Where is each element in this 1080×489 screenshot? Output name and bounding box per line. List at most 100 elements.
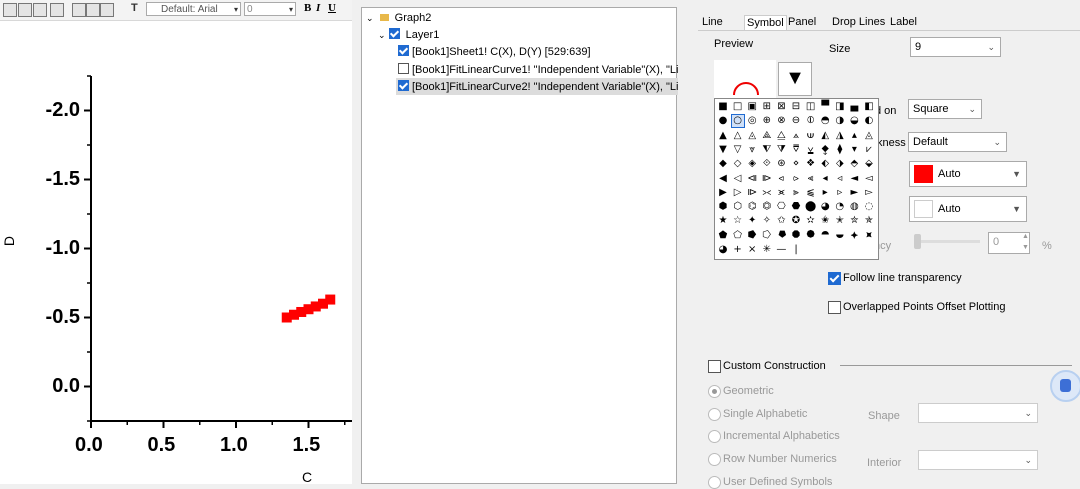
symbol-option[interactable]: ⌬ bbox=[746, 201, 758, 213]
symbol-option[interactable]: ⬠ bbox=[732, 230, 744, 242]
symbol-option[interactable]: ▀ bbox=[819, 101, 831, 113]
plot-checkbox[interactable] bbox=[398, 45, 409, 56]
symbol-option[interactable]: ◭ bbox=[819, 130, 831, 142]
symbol-option[interactable]: × bbox=[746, 244, 758, 256]
symbol-option[interactable]: ⩗ bbox=[863, 144, 875, 156]
symbol-option[interactable]: ⩢ bbox=[790, 144, 802, 156]
symbol-option[interactable]: ⏣ bbox=[761, 201, 773, 213]
bold-button[interactable]: B bbox=[304, 2, 311, 14]
symbol-option[interactable]: ⯋ bbox=[834, 230, 846, 242]
symbol-option[interactable]: ⩣ bbox=[805, 144, 817, 156]
symbol-option[interactable]: ✧ bbox=[761, 215, 773, 227]
symbol-option[interactable]: ◆ bbox=[717, 158, 729, 170]
symbol-option[interactable]: ⫹ bbox=[805, 187, 817, 199]
align-icon[interactable] bbox=[3, 3, 17, 17]
plot-checkbox[interactable] bbox=[398, 80, 409, 91]
symbol-option[interactable]: ✦ bbox=[746, 215, 758, 227]
tree-item[interactable]: [Book1]FitLinearCurve1! "Independent Var… bbox=[398, 63, 691, 76]
symbol-option[interactable]: ⟒ bbox=[805, 130, 817, 142]
symbol-option[interactable]: ⧨ bbox=[761, 144, 773, 156]
symbol-option[interactable]: ▾ bbox=[848, 144, 860, 156]
symbol-option[interactable]: ► bbox=[848, 187, 860, 199]
symbol-option[interactable]: ◮ bbox=[834, 130, 846, 142]
symbol-option[interactable]: ⬙ bbox=[863, 158, 875, 170]
symbol-option[interactable]: ⧫ bbox=[834, 144, 846, 156]
object-tree[interactable]: ⌄ Graph2 ⌄ Layer1 [Book1]Sheet1! C(X), D… bbox=[361, 7, 691, 484]
tree-node-graph[interactable]: ⌄ Graph2 bbox=[366, 12, 431, 24]
symbol-option[interactable]: ▷ bbox=[732, 187, 744, 199]
symbol-option[interactable]: ⧏ bbox=[746, 173, 758, 185]
symbol-option[interactable]: ▽ bbox=[732, 144, 744, 156]
assistant-icon[interactable] bbox=[1050, 370, 1080, 402]
symbol-option[interactable]: ✭ bbox=[834, 215, 846, 227]
slider-handle[interactable] bbox=[914, 234, 921, 249]
symbol-option[interactable]: ◄ bbox=[848, 173, 860, 185]
symbol-option[interactable]: ⟐ bbox=[761, 158, 773, 170]
symbol-option[interactable]: ⫸ bbox=[790, 187, 802, 199]
symbol-option[interactable]: ◐ bbox=[863, 115, 875, 127]
symbol-option[interactable]: ✫ bbox=[805, 215, 817, 227]
symbol-option[interactable]: ◇ bbox=[732, 158, 744, 170]
symbol-option[interactable]: ⟁ bbox=[761, 130, 773, 142]
symbol-option[interactable]: ⟑ bbox=[790, 130, 802, 142]
symbol-option[interactable]: ⬣ bbox=[790, 201, 802, 213]
symbol-option[interactable]: ◓ bbox=[819, 115, 831, 127]
tab-drop-lines[interactable]: Drop Lines bbox=[832, 16, 885, 28]
symbol-option[interactable]: ⊖ bbox=[790, 115, 802, 127]
symbol-option[interactable]: | bbox=[790, 244, 802, 256]
symbol-option[interactable]: ◈ bbox=[746, 158, 758, 170]
tree-node-layer[interactable]: ⌄ Layer1 bbox=[378, 28, 439, 41]
symbol-option[interactable]: ◀ bbox=[717, 173, 729, 185]
symbol-option[interactable]: ⋄ bbox=[790, 158, 802, 170]
symbol-option[interactable]: ❖ bbox=[805, 158, 817, 170]
paint-bucket-icon[interactable] bbox=[50, 3, 64, 17]
symbol-option[interactable]: ⊟ bbox=[790, 101, 802, 113]
shape-combo[interactable]: ⌄ bbox=[918, 403, 1038, 423]
symbol-option[interactable]: ⯂ bbox=[775, 230, 787, 242]
graph-window[interactable]: D C -2.0 -1.5 -1.0 -0.5 0.0 0.0 0.5 1.0 1.5 bbox=[0, 21, 352, 485]
symbol-option[interactable]: ⊞ bbox=[761, 101, 773, 113]
user-defined-symbols-radio[interactable] bbox=[708, 476, 721, 489]
based-on-combo[interactable]: Square ⌄ bbox=[908, 99, 982, 119]
symbol-option[interactable]: ▣ bbox=[746, 101, 758, 113]
symbol-option[interactable]: ◍ bbox=[848, 201, 860, 213]
symbol-option[interactable]: ▶ bbox=[717, 187, 729, 199]
symbol-option[interactable]: ✳ bbox=[761, 244, 773, 256]
symbol-option[interactable]: ◔ bbox=[834, 201, 846, 213]
align-icon[interactable] bbox=[33, 3, 47, 17]
symbol-option[interactable]: ◎ bbox=[746, 115, 758, 127]
symbol-option[interactable]: ⬤ bbox=[805, 201, 817, 213]
symbol-option[interactable]: ◁ bbox=[732, 173, 744, 185]
fill-color-icon[interactable] bbox=[100, 3, 114, 17]
symbol-option[interactable]: □ bbox=[732, 101, 744, 113]
symbol-option[interactable]: ⊕ bbox=[761, 115, 773, 127]
symbol-option[interactable]: ◕ bbox=[819, 201, 831, 213]
symbol-option[interactable]: ◬ bbox=[863, 130, 875, 142]
symbol-option[interactable]: ✯ bbox=[863, 215, 875, 227]
symbol-option[interactable]: ⯃ bbox=[790, 230, 802, 242]
symbol-option[interactable]: ⬗ bbox=[834, 158, 846, 170]
symbol-option[interactable]: ⧪ bbox=[819, 144, 831, 156]
symbol-option[interactable]: ▲ bbox=[717, 130, 729, 142]
italic-button[interactable]: I bbox=[316, 2, 320, 14]
symbol-option[interactable]: ◧ bbox=[863, 101, 875, 113]
symbol-option[interactable]: ⯄ bbox=[805, 230, 817, 242]
symbol-option[interactable]: ▄ bbox=[848, 101, 860, 113]
layer-checkbox[interactable] bbox=[388, 28, 400, 39]
symbol-option[interactable]: ◕ bbox=[717, 244, 729, 256]
symbol-gallery-popup[interactable]: ■ □ ▣ ⊞ ⊠ ⊟ ◫ ▀ ◨ ▄ ◧ ● ○ ◎ ⊕ ⊗ ⊖ ⦶ ◓ ◑ ◒ ◐ ▲ △ ◬ ⟁ ⧋ ⟑ ⟒ ◭ ◮ ▴ ◬ ▼ ▽ ⩔ ⧨ ⧩ ⩢ ⩣… bbox=[714, 98, 879, 260]
symbol-option[interactable]: ⪦ bbox=[775, 173, 787, 185]
symbol-option[interactable]: ● bbox=[717, 115, 729, 127]
symbol-option[interactable]: ⯌ bbox=[848, 230, 860, 242]
symbol-option[interactable]: ◌ bbox=[863, 201, 875, 213]
symbol-option[interactable]: ◫ bbox=[805, 101, 817, 113]
symbol-option[interactable]: ◒ bbox=[848, 115, 860, 127]
plot-checkbox[interactable] bbox=[398, 63, 409, 74]
symbol-option[interactable]: ⯍ bbox=[863, 230, 875, 242]
symbol-option[interactable]: ◑ bbox=[834, 115, 846, 127]
symbol-option[interactable]: ⯊ bbox=[819, 230, 831, 242]
symbol-option[interactable]: ⫷ bbox=[805, 173, 817, 185]
symbol-option[interactable]: ✮ bbox=[848, 215, 860, 227]
spin-up-icon[interactable]: ▲ bbox=[1022, 233, 1029, 240]
symbol-option[interactable]: ▹ bbox=[834, 187, 846, 199]
